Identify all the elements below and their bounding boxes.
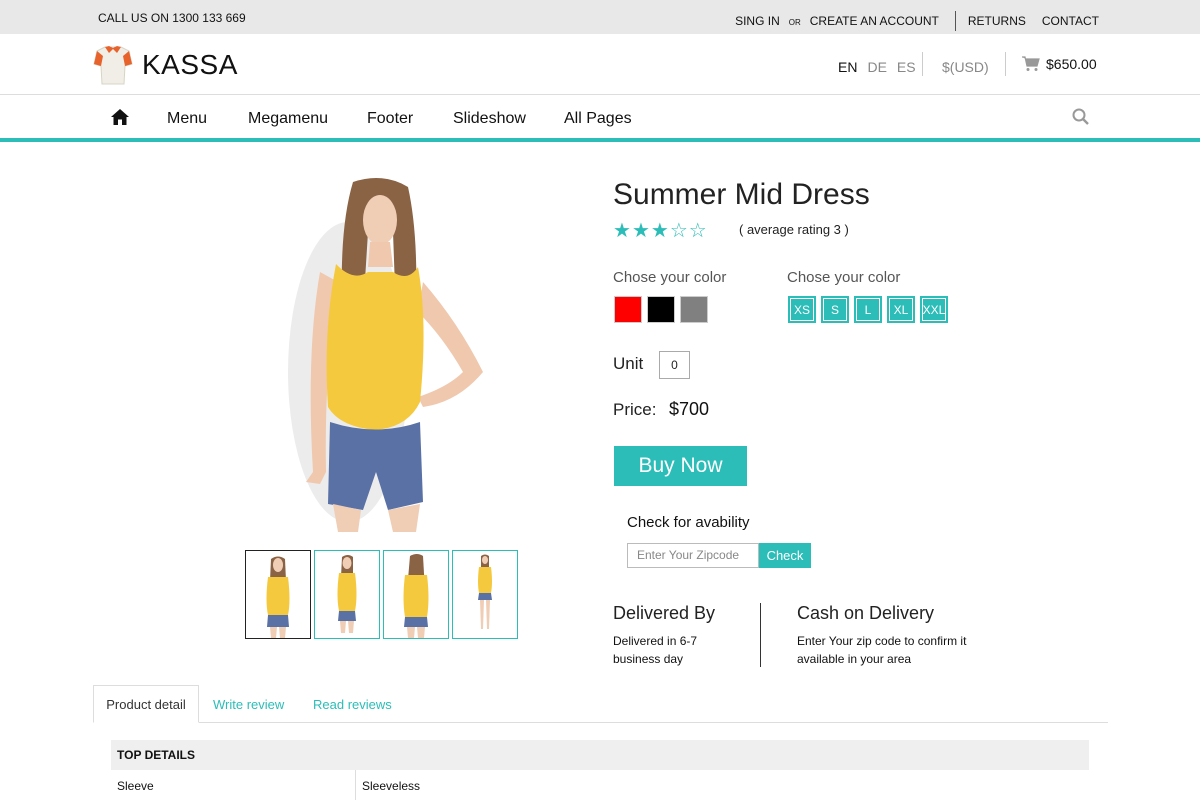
or-separator: OR xyxy=(788,17,801,27)
price-label: Price: xyxy=(613,400,657,419)
tab-write-review[interactable]: Write review xyxy=(213,685,284,723)
home-icon[interactable] xyxy=(110,108,130,131)
star-filled-icon: ★ xyxy=(613,220,632,242)
cod-text: Enter Your zip code to confirm it availa… xyxy=(797,634,967,666)
contact-link[interactable]: CONTACT xyxy=(1042,14,1099,28)
currency-selector[interactable]: $(USD) xyxy=(942,59,989,75)
size-options: XS S L XL XXL xyxy=(788,296,953,323)
thumbnail-1[interactable] xyxy=(245,550,311,639)
nav-footer[interactable]: Footer xyxy=(367,110,413,128)
star-empty-icon: ☆ xyxy=(669,220,689,242)
tab-product-detail[interactable]: Product detail xyxy=(93,685,199,723)
account-links: SING IN OR CREATE AN ACCOUNT RETURNS CON… xyxy=(735,11,1099,31)
header-divider xyxy=(922,52,923,76)
create-account-link[interactable]: CREATE AN ACCOUNT xyxy=(810,14,939,28)
sign-in-link[interactable]: SING IN xyxy=(735,14,780,28)
star-filled-icon: ★ xyxy=(650,220,670,242)
main-nav: Menu Megamenu Footer Slideshow All Pages xyxy=(0,96,1200,142)
logo[interactable]: KASSA xyxy=(93,44,238,86)
product-main-image[interactable] xyxy=(258,172,518,532)
nav-slideshow[interactable]: Slideshow xyxy=(453,110,526,128)
table-row: Sleeve Sleeveless xyxy=(111,770,1089,800)
color-swatch-red[interactable] xyxy=(614,296,642,323)
cart-icon xyxy=(1022,56,1040,71)
cod-title: Cash on Delivery xyxy=(797,603,935,623)
star-filled-icon: ★ xyxy=(631,220,651,242)
product-tabs: Product detail Write review Read reviews xyxy=(93,685,1108,723)
product-title: Summer Mid Dress xyxy=(613,178,870,211)
lang-en[interactable]: EN xyxy=(838,59,857,75)
price-value: $700 xyxy=(669,399,710,419)
unit-label: Unit xyxy=(613,354,644,373)
thumbnail-strip xyxy=(245,550,521,639)
thumbnail-4[interactable] xyxy=(452,550,518,639)
color-swatch-black[interactable] xyxy=(647,296,675,323)
detail-key: Sleeve xyxy=(117,779,154,793)
lang-de[interactable]: DE xyxy=(867,59,886,75)
topbar-divider xyxy=(954,11,956,31)
check-button[interactable]: Check xyxy=(759,543,811,568)
site-header: KASSA EN DE ES $(USD) $650.00 xyxy=(0,34,1200,95)
details-heading: TOP DETAILS xyxy=(111,740,1089,770)
tab-read-reviews[interactable]: Read reviews xyxy=(313,685,392,723)
thumbnail-3[interactable] xyxy=(383,550,449,639)
availability-title: Check for avability xyxy=(627,514,750,531)
size-xxl[interactable]: XXL xyxy=(920,296,948,323)
cart-button[interactable]: $650.00 xyxy=(1022,56,1097,72)
lang-es[interactable]: ES xyxy=(897,59,916,75)
shirt-logo-icon xyxy=(93,44,133,86)
star-empty-icon: ☆ xyxy=(688,220,708,242)
detail-value: Sleeveless xyxy=(362,779,421,793)
nav-megamenu[interactable]: Megamenu xyxy=(248,110,328,128)
size-xs[interactable]: XS xyxy=(788,296,816,323)
color-label: Chose your color xyxy=(613,269,727,286)
rating-stars: ★★★☆☆ xyxy=(613,218,708,243)
color-swatches xyxy=(614,296,713,323)
delivery-title: Delivered By xyxy=(613,603,716,623)
thumbnail-2[interactable] xyxy=(314,550,380,639)
search-icon[interactable] xyxy=(1072,108,1090,131)
top-bar: CALL US ON 1300 133 669 SING IN OR CREAT… xyxy=(0,0,1200,34)
zipcode-input[interactable]: Enter Your Zipcode xyxy=(627,543,759,568)
color-swatch-gray[interactable] xyxy=(680,296,708,323)
info-divider xyxy=(760,603,761,667)
size-xl[interactable]: XL xyxy=(887,296,915,323)
buy-now-button[interactable]: Buy Now xyxy=(614,446,747,486)
language-switcher: EN DE ES xyxy=(838,59,926,75)
nav-menu[interactable]: Menu xyxy=(167,110,207,128)
cart-total: $650.00 xyxy=(1046,56,1097,72)
logo-text: KASSA xyxy=(142,49,238,80)
phone-number: CALL US ON 1300 133 669 xyxy=(98,11,246,25)
size-label: Chose your color xyxy=(787,269,901,286)
header-divider xyxy=(1005,52,1006,76)
delivery-text: Delivered in 6-7 business day xyxy=(613,634,698,666)
rating-text: ( average rating 3 ) xyxy=(739,222,849,237)
unit-quantity-input[interactable]: 0 xyxy=(659,351,690,379)
size-l[interactable]: L xyxy=(854,296,882,323)
returns-link[interactable]: RETURNS xyxy=(968,14,1026,28)
nav-all-pages[interactable]: All Pages xyxy=(564,110,632,128)
size-s[interactable]: S xyxy=(821,296,849,323)
column-divider xyxy=(355,770,356,800)
